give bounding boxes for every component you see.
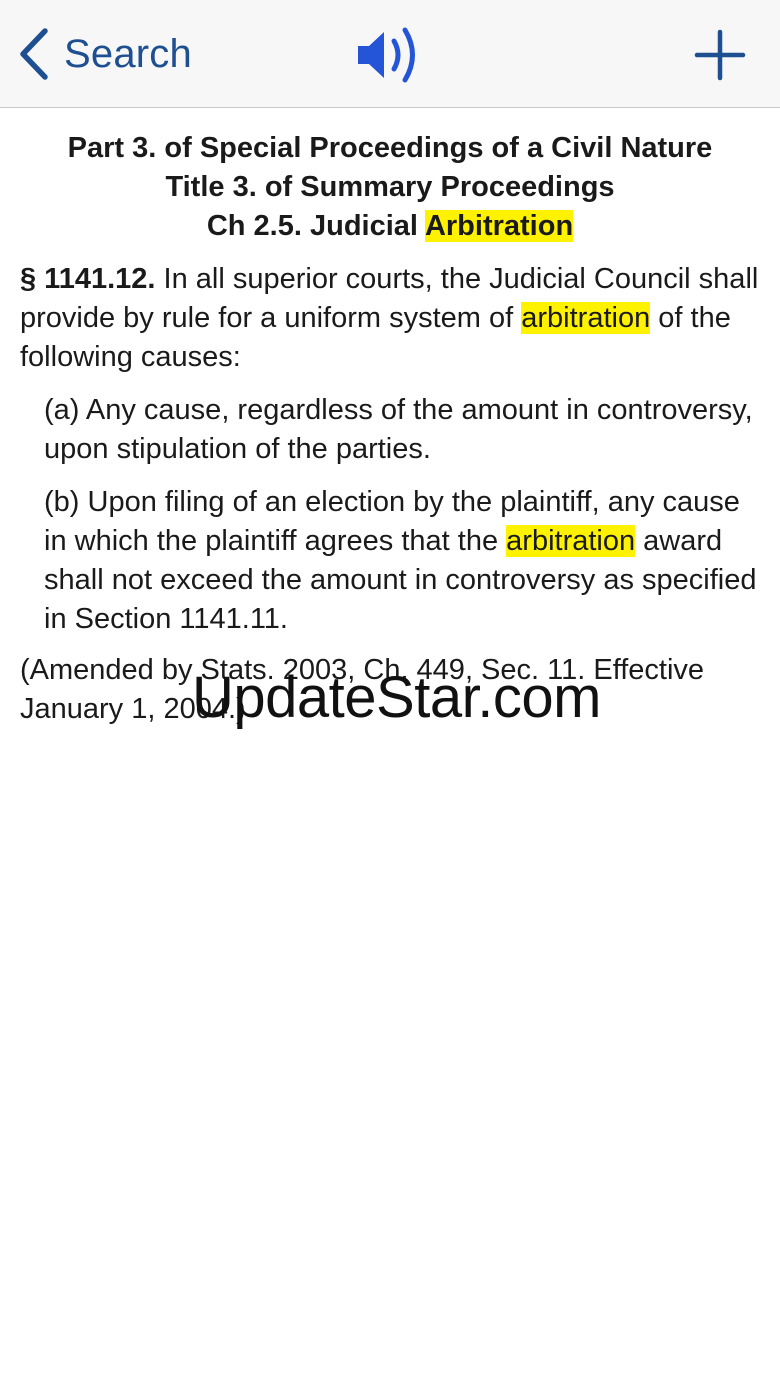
- chapter-heading: Ch 2.5. Judicial Arbitration: [0, 207, 780, 246]
- subparagraph-b: (b) Upon filing of an election by the pl…: [44, 483, 760, 639]
- back-label: Search: [64, 31, 192, 76]
- title-heading: Title 3. of Summary Proceedings: [165, 171, 615, 203]
- navigation-bar: Search: [0, 0, 780, 108]
- search-highlight: arbitration: [521, 302, 651, 334]
- back-button[interactable]: Search: [18, 24, 192, 84]
- add-button[interactable]: [693, 28, 747, 82]
- speaker-button[interactable]: [354, 24, 426, 86]
- part-heading: Part 3. of Special Proceedings of a Civi…: [67, 132, 713, 164]
- chapter-prefix: Ch 2.5. Judicial: [206, 210, 425, 242]
- section-number: § 1141.12.: [20, 263, 156, 295]
- search-highlight: arbitration: [506, 525, 636, 557]
- amendment-history: (Amended by Stats. 2003, Ch. 449, Sec. 1…: [20, 654, 705, 725]
- subparagraph-a: (a) Any cause, regardless of the amount …: [44, 394, 753, 465]
- chevron-left-icon: [18, 27, 50, 81]
- statute-heading: Part 3. of Special Proceedings of a Civi…: [0, 129, 780, 246]
- statute-content: Part 3. of Special Proceedings of a Civi…: [0, 108, 780, 729]
- speaker-icon: [354, 27, 426, 90]
- section-paragraph: § 1141.12. In all superior courts, the J…: [20, 260, 760, 377]
- search-highlight: Arbitration: [424, 210, 574, 242]
- plus-icon: [693, 29, 747, 86]
